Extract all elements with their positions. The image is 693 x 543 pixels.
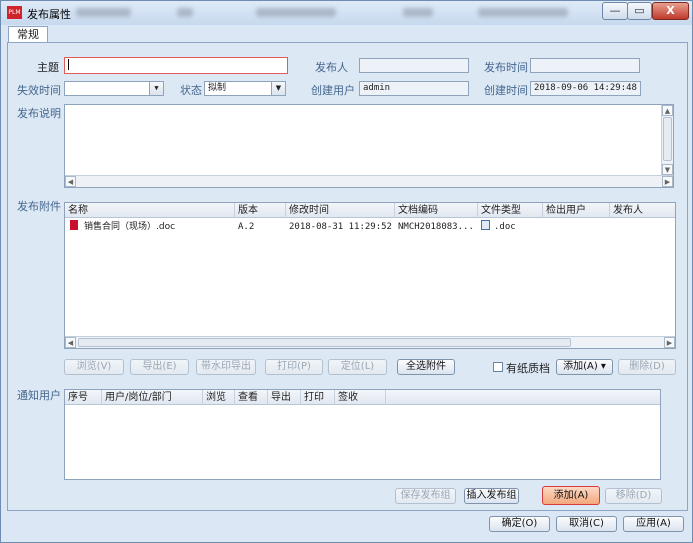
description-label: 发布说明 bbox=[17, 107, 61, 120]
blurred-title-segment bbox=[403, 8, 433, 17]
insert-publish-group-button[interactable]: 插入发布组 bbox=[464, 488, 519, 504]
column-header[interactable]: 签收 bbox=[335, 390, 386, 405]
status-value: 拟制 bbox=[208, 83, 227, 93]
scroll-thumb[interactable] bbox=[663, 117, 672, 161]
properties-dialog: PLM 发布属性 — ▭ X 常规 主题 发布人 发布时间 失效时间 ▼ 状态 … bbox=[0, 0, 693, 543]
apply-button[interactable]: 应用(A) bbox=[623, 516, 684, 532]
column-header[interactable]: 文档编码 bbox=[395, 203, 478, 218]
column-header[interactable]: 打印 bbox=[301, 390, 335, 405]
subject-input[interactable] bbox=[64, 57, 288, 74]
attachments-table: 名称 版本 修改时间 文档编码 文件类型 检出用户 发布人 销售合同（现场）.d… bbox=[64, 202, 676, 349]
attachment-name: 销售合同（现场）.doc bbox=[67, 220, 235, 234]
text-cursor bbox=[68, 59, 69, 70]
minimize-button[interactable]: — bbox=[602, 2, 628, 20]
add-user-button[interactable]: 添加(A) bbox=[542, 486, 600, 505]
chevron-down-icon[interactable]: ▼ bbox=[271, 82, 285, 95]
ok-button[interactable]: 确定(O) bbox=[489, 516, 550, 532]
attachment-publisher bbox=[610, 220, 675, 234]
horizontal-scrollbar[interactable]: ◀ ▶ bbox=[65, 175, 673, 187]
paper-copy-checkbox[interactable] bbox=[493, 362, 503, 372]
attachments-header: 名称 版本 修改时间 文档编码 文件类型 检出用户 发布人 bbox=[65, 203, 675, 218]
vertical-scrollbar[interactable]: ▲ ▼ bbox=[661, 105, 673, 175]
cancel-button[interactable]: 取消(C) bbox=[556, 516, 617, 532]
attachment-type: .doc bbox=[478, 220, 543, 234]
create-time-field: 2018-09-06 14:29:48 bbox=[530, 81, 641, 96]
creator-field: admin bbox=[359, 81, 469, 96]
blurred-title-segment bbox=[478, 8, 568, 17]
export-watermark-button[interactable]: 带水印导出 bbox=[196, 359, 256, 375]
save-publish-group-button[interactable]: 保存发布组 bbox=[395, 488, 456, 504]
attachment-modified: 2018-08-31 11:29:52 bbox=[289, 222, 392, 232]
tab-general[interactable]: 常规 bbox=[8, 26, 48, 43]
scroll-down-icon[interactable]: ▼ bbox=[662, 164, 673, 175]
status-label: 状态 bbox=[180, 84, 202, 97]
print-button[interactable]: 打印(P) bbox=[265, 359, 323, 375]
subject-label: 主题 bbox=[37, 61, 59, 74]
window-title: 发布属性 bbox=[27, 8, 71, 21]
maximize-button[interactable]: ▭ bbox=[627, 2, 652, 20]
select-all-attachments-button[interactable]: 全选附件 bbox=[397, 359, 455, 375]
paper-copy-label[interactable]: 有纸质档 bbox=[506, 360, 550, 376]
close-button[interactable]: X bbox=[652, 2, 689, 20]
export-button[interactable]: 导出(E) bbox=[130, 359, 189, 375]
horizontal-scrollbar[interactable]: ◀ ▶ bbox=[65, 336, 675, 348]
attachment-type-text: .doc bbox=[494, 222, 516, 232]
delete-attachment-button[interactable]: 删除(D) bbox=[618, 359, 676, 375]
notify-users-table: 序号 用户/岗位/部门 浏览 查看 导出 打印 签收 bbox=[64, 389, 661, 480]
remove-user-button[interactable]: 移除(D) bbox=[605, 488, 662, 504]
create-time-label: 创建时间 bbox=[484, 84, 528, 97]
locate-button[interactable]: 定位(L) bbox=[328, 359, 387, 375]
browse-button[interactable]: 浏览(V) bbox=[64, 359, 124, 375]
attachments-label: 发布附件 bbox=[17, 200, 61, 213]
attachment-code: NMCH2018083... bbox=[398, 222, 474, 232]
chevron-down-icon[interactable]: ▼ bbox=[149, 82, 163, 95]
blurred-title-segment bbox=[177, 8, 193, 17]
publish-time-field bbox=[530, 58, 640, 73]
column-header[interactable]: 发布人 bbox=[610, 203, 675, 218]
blurred-title-segment bbox=[256, 8, 336, 17]
expire-time-label: 失效时间 bbox=[17, 84, 61, 97]
scroll-right-icon[interactable]: ▶ bbox=[662, 176, 673, 187]
column-header[interactable]: 序号 bbox=[65, 390, 102, 405]
scroll-thumb[interactable] bbox=[78, 338, 571, 347]
attachment-version: A.2 bbox=[238, 222, 255, 232]
scroll-left-icon[interactable]: ◀ bbox=[65, 176, 76, 187]
notify-users-header: 序号 用户/岗位/部门 浏览 查看 导出 打印 签收 bbox=[65, 390, 660, 405]
publisher-label: 发布人 bbox=[315, 61, 348, 74]
creator-label: 创建用户 bbox=[311, 84, 355, 97]
column-header[interactable]: 名称 bbox=[65, 203, 235, 218]
title-bar: PLM 发布属性 — ▭ X bbox=[1, 1, 692, 25]
column-header[interactable]: 版本 bbox=[235, 203, 286, 218]
add-attachment-dropdown[interactable]: 添加(A) ▾ bbox=[556, 359, 613, 375]
scroll-left-icon[interactable]: ◀ bbox=[65, 337, 76, 348]
column-header[interactable]: 文件类型 bbox=[478, 203, 543, 218]
column-header[interactable]: 检出用户 bbox=[543, 203, 610, 218]
column-header[interactable]: 修改时间 bbox=[286, 203, 395, 218]
column-header[interactable]: 浏览 bbox=[203, 390, 235, 405]
description-textarea[interactable]: ▲ ▼ ◀ ▶ bbox=[64, 104, 674, 188]
status-select[interactable]: 拟制 ▼ bbox=[204, 81, 286, 96]
blurred-title-segment bbox=[76, 8, 131, 17]
attachment-name-text: 销售合同（现场）.doc bbox=[84, 222, 176, 232]
publish-time-label: 发布时间 bbox=[484, 61, 528, 74]
plm-app-icon: PLM bbox=[7, 6, 22, 19]
column-header[interactable]: 导出 bbox=[268, 390, 301, 405]
expire-time-combo[interactable]: ▼ bbox=[64, 81, 164, 96]
scroll-up-icon[interactable]: ▲ bbox=[662, 105, 673, 116]
file-type-icon bbox=[481, 220, 490, 230]
publisher-field bbox=[359, 58, 469, 73]
scroll-right-icon[interactable]: ▶ bbox=[664, 337, 675, 348]
column-header[interactable]: 查看 bbox=[235, 390, 268, 405]
attachment-checkout-user bbox=[543, 220, 610, 234]
column-header[interactable]: 用户/岗位/部门 bbox=[102, 390, 203, 405]
word-document-icon bbox=[70, 220, 78, 230]
notify-users-label: 通知用户 bbox=[17, 389, 61, 402]
